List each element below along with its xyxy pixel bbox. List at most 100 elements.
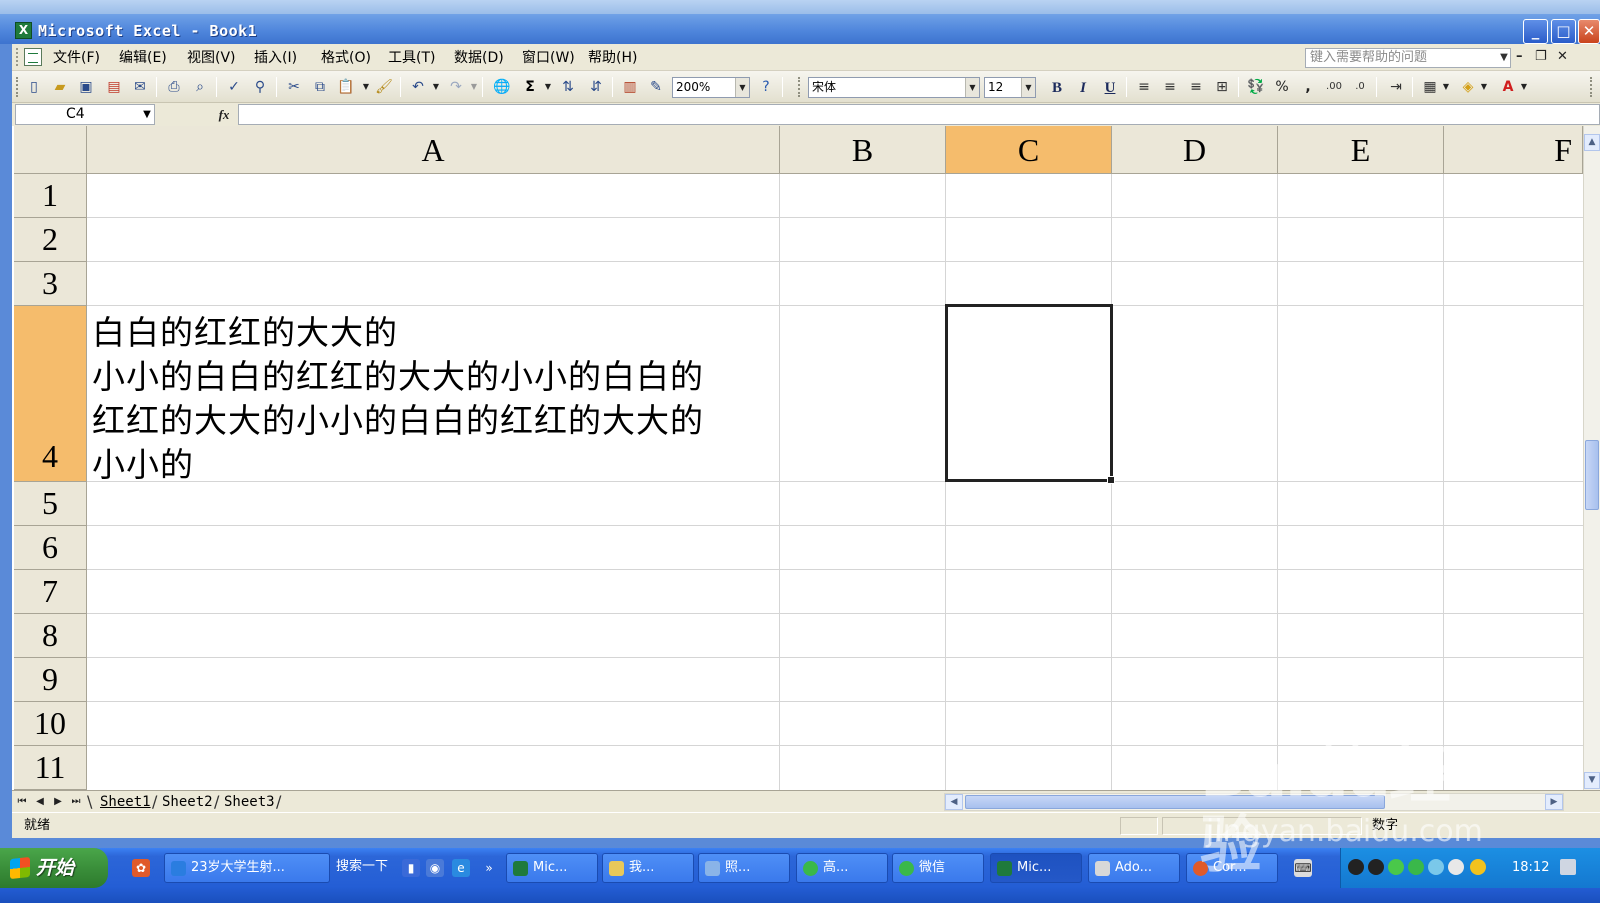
- scroll-down-icon[interactable]: ▼: [1584, 772, 1600, 789]
- vertical-scrollbar[interactable]: ▲ ▼: [1583, 126, 1600, 790]
- copy-icon[interactable]: ⧉: [310, 77, 330, 97]
- task-excel-1[interactable]: Mic...: [506, 853, 598, 883]
- font-name-dropdown-icon[interactable]: ▼: [965, 78, 979, 97]
- menu-view[interactable]: 视图(V): [187, 49, 236, 67]
- toolbar-grip[interactable]: [1590, 77, 1593, 97]
- decrease-decimal-icon[interactable]: .0: [1350, 77, 1370, 97]
- menu-file[interactable]: 文件(F): [53, 49, 100, 67]
- paste-dropdown-icon[interactable]: ▼: [362, 77, 370, 97]
- merge-center-icon[interactable]: ⊞: [1212, 77, 1232, 97]
- fill-color-dropdown-icon[interactable]: ▼: [1480, 77, 1488, 97]
- scroll-up-icon[interactable]: ▲: [1584, 134, 1600, 151]
- format-painter-icon[interactable]: 🖌: [374, 77, 394, 97]
- zoom-select[interactable]: 200% ▼: [672, 77, 750, 98]
- autosum-dropdown-icon[interactable]: ▼: [544, 77, 552, 97]
- hyperlink-icon[interactable]: 🌐: [492, 77, 512, 97]
- formula-input[interactable]: [238, 104, 1600, 125]
- ie-icon[interactable]: e: [452, 859, 470, 877]
- help-dropdown-icon[interactable]: ▼: [1496, 48, 1512, 68]
- help-icon[interactable]: ?: [756, 77, 776, 97]
- open-icon[interactable]: ▰: [50, 77, 70, 97]
- task-photos[interactable]: 照...: [698, 853, 790, 883]
- currency-icon[interactable]: 💱: [1246, 77, 1266, 97]
- row-header-1[interactable]: 1: [14, 174, 87, 218]
- align-center-icon[interactable]: ≡: [1160, 77, 1180, 97]
- row-header-4[interactable]: 4: [14, 306, 87, 482]
- menu-window[interactable]: 窗口(W): [522, 49, 575, 67]
- insert-function-icon[interactable]: fx: [212, 104, 236, 125]
- qq-icon[interactable]: [1348, 859, 1364, 875]
- undo-dropdown-icon[interactable]: ▼: [432, 77, 440, 97]
- align-right-icon[interactable]: ≡: [1186, 77, 1206, 97]
- task-corel[interactable]: Cor...: [1186, 853, 1278, 883]
- row-header-5[interactable]: 5: [14, 482, 87, 526]
- comma-button[interactable]: ,: [1298, 77, 1318, 97]
- excel-icon[interactable]: X: [15, 22, 32, 39]
- row-header-7[interactable]: 7: [14, 570, 87, 614]
- sort-descending-icon[interactable]: ⇵: [586, 77, 606, 97]
- autosum-icon[interactable]: Σ: [520, 77, 540, 97]
- row-header-11[interactable]: 11: [14, 746, 87, 790]
- prev-sheet-icon[interactable]: ◀: [32, 794, 48, 810]
- row-header-2[interactable]: 2: [14, 218, 87, 262]
- row-header-8[interactable]: 8: [14, 614, 87, 658]
- task-browser[interactable]: 23岁大学生射...: [164, 853, 330, 883]
- redo-icon[interactable]: ↷: [446, 77, 466, 97]
- font-color-dropdown-icon[interactable]: ▼: [1520, 77, 1528, 97]
- first-sheet-icon[interactable]: ⏮: [14, 794, 30, 810]
- save-icon[interactable]: ▣: [76, 77, 96, 97]
- new-icon[interactable]: ▯: [24, 77, 44, 97]
- menu-tools[interactable]: 工具(T): [388, 49, 435, 67]
- horizontal-scrollbar[interactable]: ◀ ▶: [944, 793, 1564, 811]
- menu-data[interactable]: 数据(D): [454, 49, 504, 67]
- active-cell-c4[interactable]: [945, 304, 1115, 484]
- workbook-icon[interactable]: [24, 48, 42, 66]
- volume-icon[interactable]: [1428, 859, 1444, 875]
- print-icon[interactable]: ⎙: [164, 77, 184, 97]
- doc-minimize-button[interactable]: –: [1516, 48, 1523, 66]
- fill-color-icon[interactable]: ◈: [1458, 77, 1478, 97]
- chart-wizard-icon[interactable]: ▥: [620, 77, 640, 97]
- research-icon[interactable]: ⚲: [250, 77, 270, 97]
- more-icon[interactable]: »: [480, 859, 498, 877]
- task-excel-2[interactable]: Mic...: [990, 853, 1082, 883]
- permission-icon[interactable]: ▤: [104, 77, 124, 97]
- antivirus-icon[interactable]: [1470, 859, 1486, 875]
- minimize-button[interactable]: _: [1523, 19, 1548, 44]
- column-header-b[interactable]: B: [780, 126, 946, 174]
- column-header-e[interactable]: E: [1278, 126, 1444, 174]
- align-left-icon[interactable]: ≡: [1134, 77, 1154, 97]
- drawing-icon[interactable]: ✎: [646, 77, 666, 97]
- font-name-select[interactable]: 宋体 ▼: [808, 77, 980, 98]
- tab-sheet1[interactable]: Sheet1: [100, 793, 151, 811]
- toolbar-grip[interactable]: [16, 77, 19, 97]
- indent-icon[interactable]: ⇥: [1386, 77, 1406, 97]
- quicklaunch-icon[interactable]: ▮: [402, 859, 420, 877]
- help-question-input[interactable]: 键入需要帮助的问题: [1305, 48, 1511, 68]
- borders-dropdown-icon[interactable]: ▼: [1442, 77, 1450, 97]
- task-search[interactable]: 搜索一下: [330, 853, 396, 883]
- doc-close-button[interactable]: ✕: [1557, 48, 1568, 66]
- last-sheet-icon[interactable]: ⏭: [68, 794, 84, 810]
- next-sheet-icon[interactable]: ▶: [50, 794, 66, 810]
- task-gao[interactable]: 高...: [796, 853, 888, 883]
- task-adobe[interactable]: Ado...: [1088, 853, 1180, 883]
- wechat-tray-icon[interactable]: [1388, 859, 1404, 875]
- zoom-dropdown-icon[interactable]: ▼: [735, 78, 749, 97]
- menu-format[interactable]: 格式(O): [321, 49, 371, 67]
- font-color-icon[interactable]: A: [1498, 77, 1518, 97]
- maximize-button[interactable]: □: [1551, 19, 1576, 44]
- scroll-left-icon[interactable]: ◀: [945, 794, 963, 810]
- column-header-f[interactable]: F: [1444, 126, 1583, 174]
- borders-icon[interactable]: ▦: [1420, 77, 1440, 97]
- tab-sheet2[interactable]: Sheet2: [162, 793, 213, 811]
- toolbar-grip[interactable]: [798, 77, 801, 97]
- redo-dropdown-icon[interactable]: ▼: [470, 77, 478, 97]
- network-icon[interactable]: [1408, 859, 1424, 875]
- quicklaunch-icon[interactable]: ◉: [426, 859, 444, 877]
- menu-edit[interactable]: 编辑(E): [119, 49, 167, 67]
- doc-restore-button[interactable]: ❐: [1535, 48, 1547, 66]
- menu-help[interactable]: 帮助(H): [588, 49, 637, 67]
- paste-icon[interactable]: 📋: [336, 77, 356, 97]
- print-preview-icon[interactable]: ⌕: [190, 77, 210, 97]
